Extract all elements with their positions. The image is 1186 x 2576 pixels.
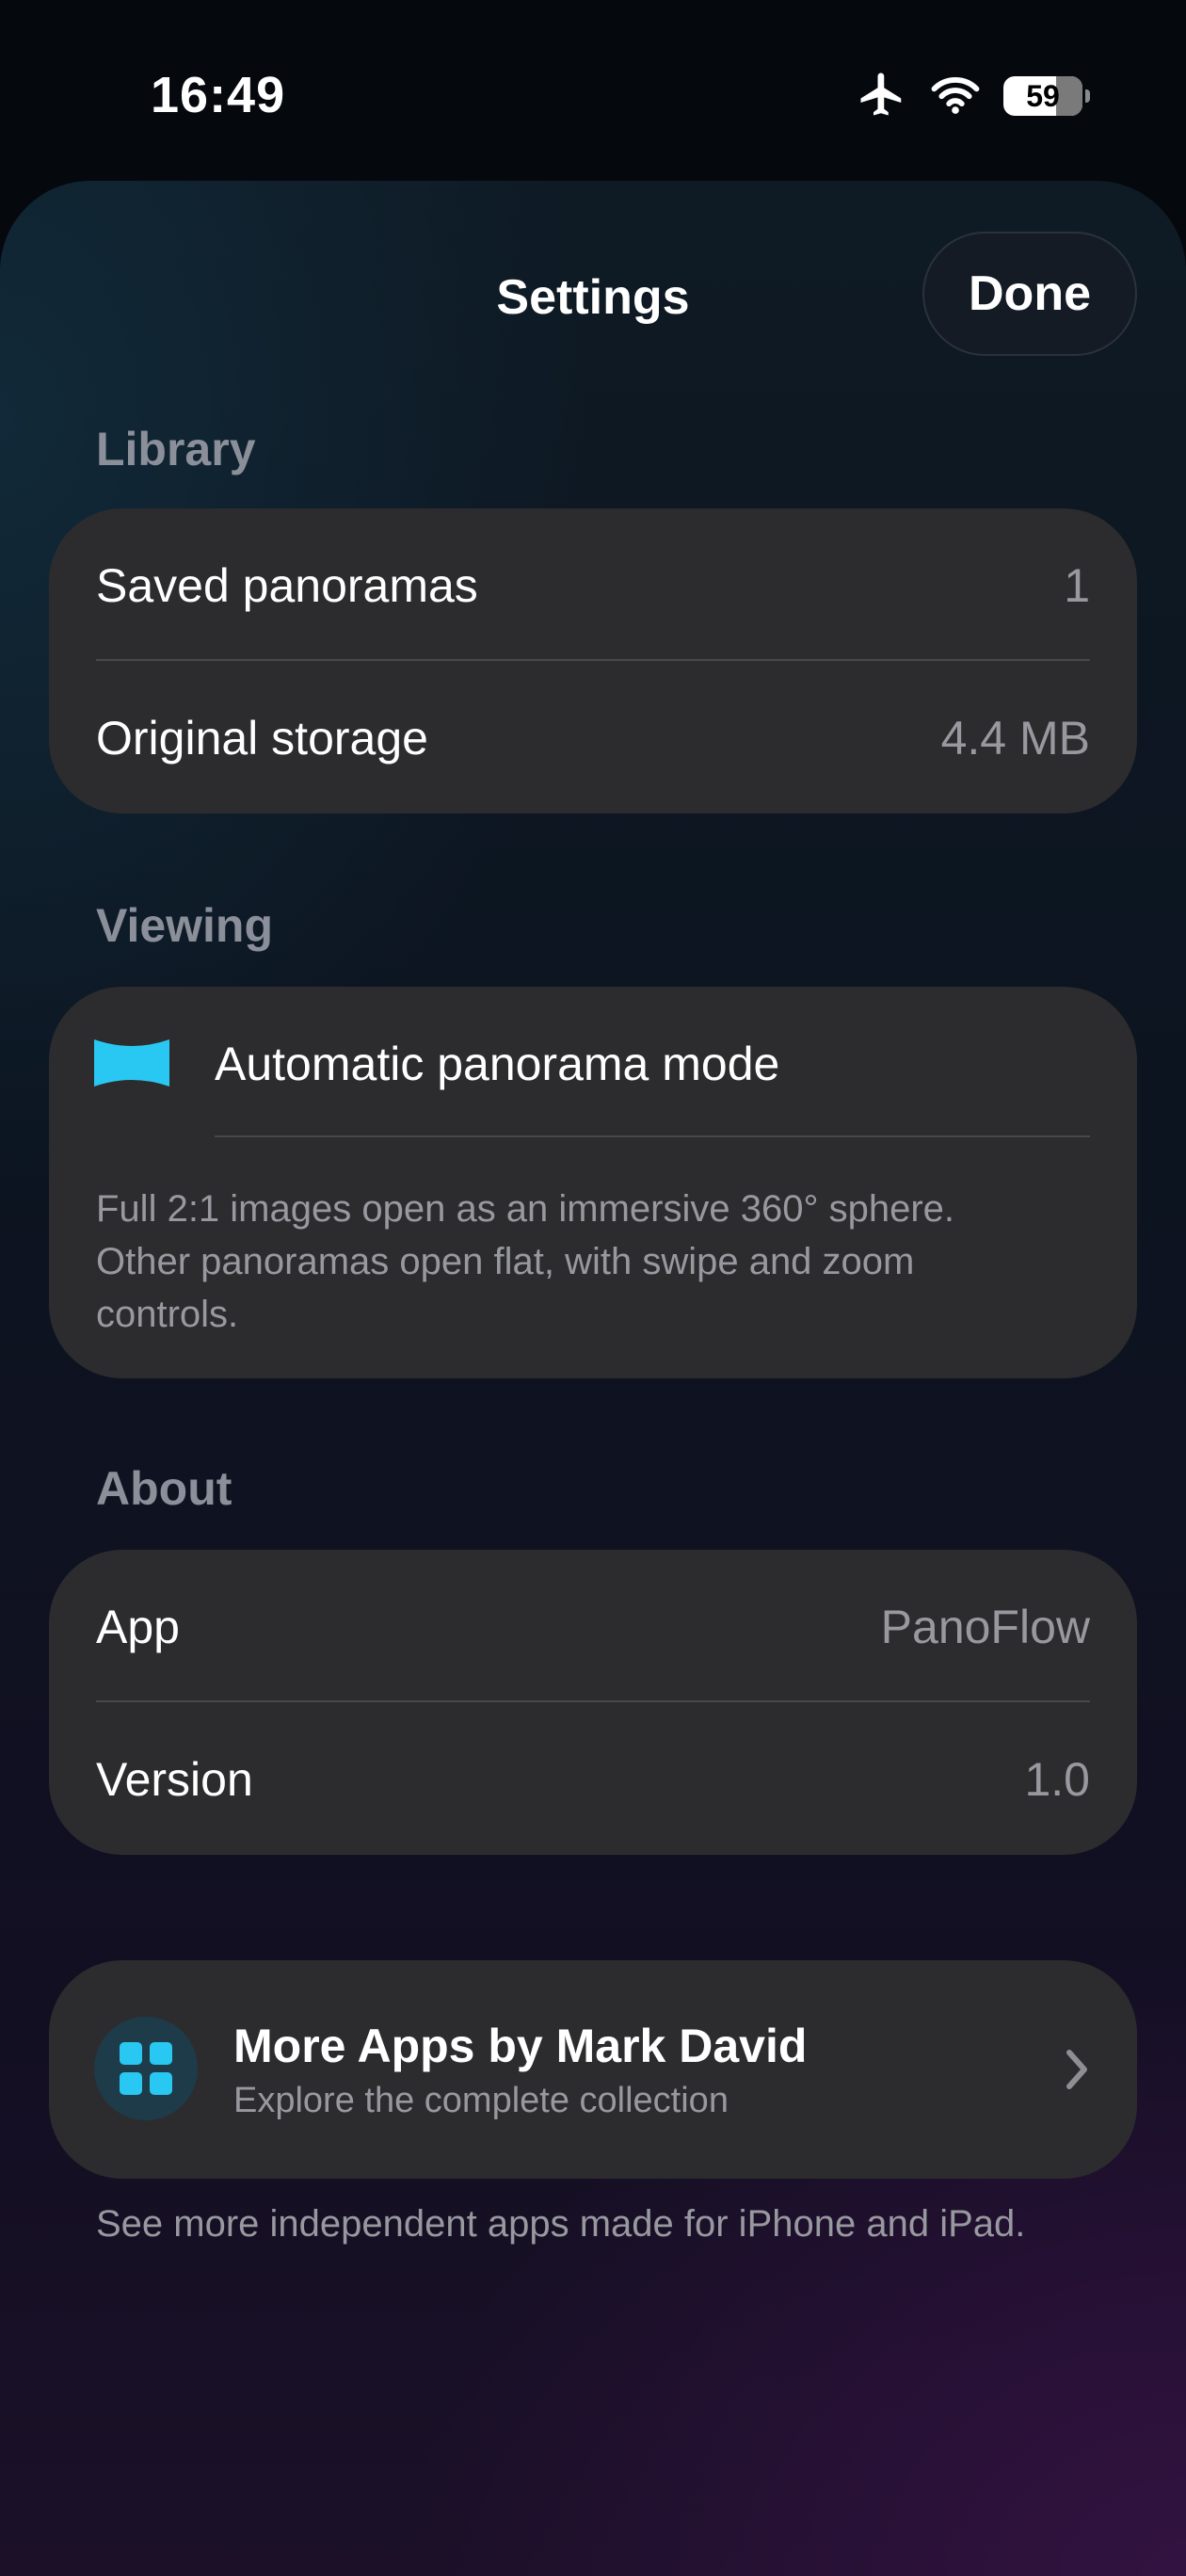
more-apps-footer-note: See more independent apps made for iPhon…	[96, 2203, 1026, 2245]
app-grid-icon	[94, 2017, 198, 2120]
app-row: App PanoFlow	[96, 1589, 1090, 1665]
row-value: 1.0	[1024, 1753, 1090, 1806]
row-label: App	[96, 1601, 180, 1653]
viewing-card: Automatic panorama mode Full 2:1 images …	[49, 987, 1137, 1378]
row-value: PanoFlow	[880, 1601, 1090, 1653]
note-line: controls.	[96, 1294, 239, 1335]
automatic-panorama-mode-row[interactable]: Automatic panorama mode	[215, 1026, 1090, 1102]
about-card: App PanoFlow Version 1.0	[49, 1550, 1137, 1855]
note-line: Full 2:1 images open as an immersive 360…	[96, 1188, 955, 1230]
battery-level: 59	[1026, 78, 1060, 113]
more-apps-title: More Apps by Mark David	[233, 2020, 808, 2072]
version-row: Version 1.0	[96, 1742, 1090, 1817]
row-value: 4.4 MB	[940, 712, 1090, 765]
battery-icon: 59	[1003, 76, 1090, 116]
status-icons: 59	[857, 68, 1090, 124]
more-apps-subtitle: Explore the complete collection	[233, 2081, 729, 2120]
divider	[96, 659, 1090, 661]
section-header-library: Library	[96, 423, 256, 475]
note-line: Other panoramas open flat, with swipe an…	[96, 1241, 915, 1282]
saved-panoramas-row: Saved panoramas 1	[96, 548, 1090, 623]
section-header-about: About	[96, 1462, 232, 1515]
more-apps-card[interactable]: More Apps by Mark David Explore the comp…	[49, 1960, 1137, 2179]
chevron-right-icon	[1064, 2047, 1092, 2097]
library-card: Saved panoramas 1 Original storage 4.4 M…	[49, 508, 1137, 813]
divider	[215, 1135, 1090, 1137]
section-header-viewing: Viewing	[96, 899, 274, 952]
status-time: 16:49	[151, 67, 286, 123]
original-storage-row: Original storage 4.4 MB	[96, 700, 1090, 776]
row-label: Original storage	[96, 712, 428, 765]
status-bar: 16:49 59	[0, 0, 1186, 188]
viewing-note: Full 2:1 images open as an immersive 360…	[96, 1183, 1090, 1341]
row-value: 1	[1064, 559, 1090, 612]
row-label: Version	[96, 1753, 253, 1806]
row-label: Saved panoramas	[96, 559, 478, 612]
panorama-icon	[90, 1036, 173, 1090]
airplane-icon	[857, 69, 907, 124]
wifi-icon	[930, 72, 981, 121]
done-button[interactable]: Done	[922, 232, 1137, 356]
divider	[96, 1700, 1090, 1702]
row-label: Automatic panorama mode	[215, 1038, 780, 1090]
